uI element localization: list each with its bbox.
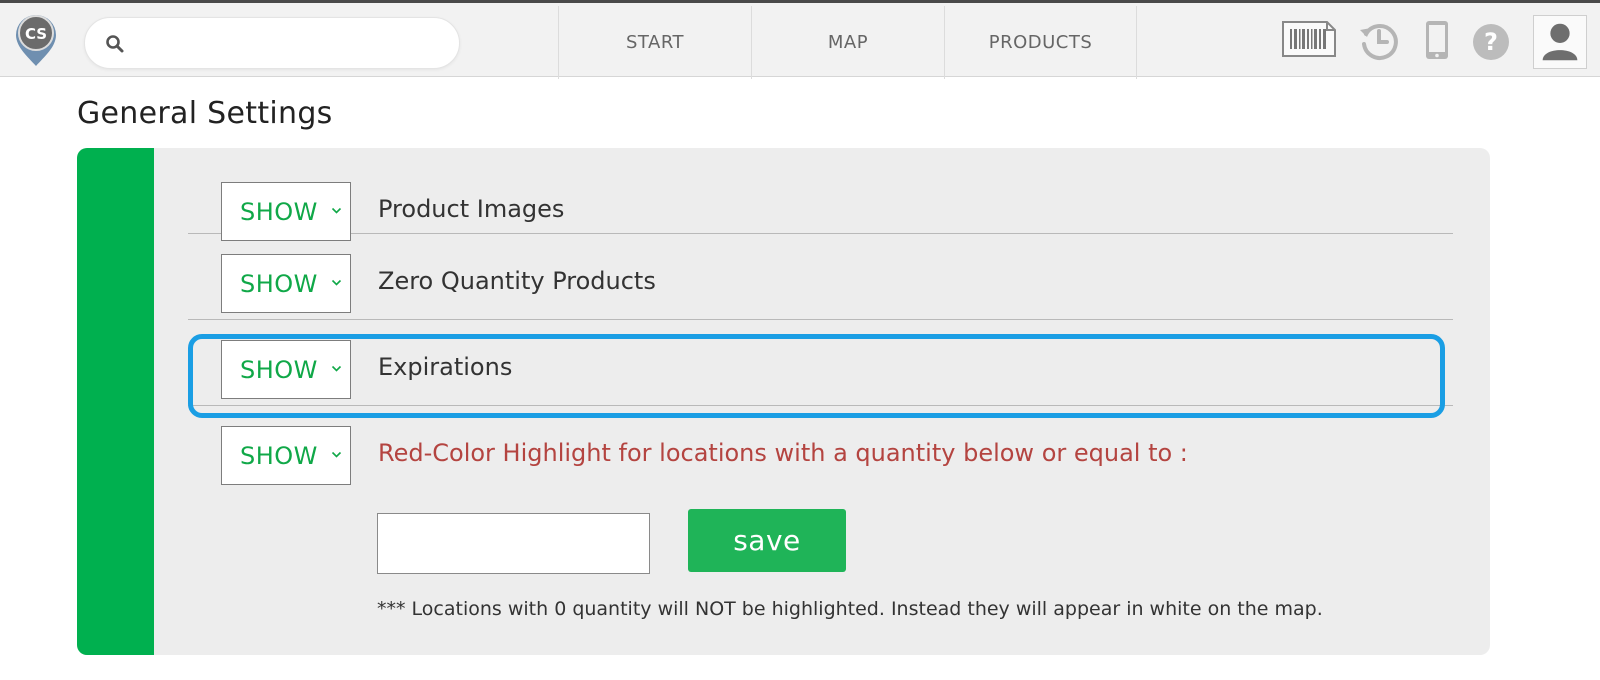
quantity-threshold-input[interactable]	[377, 513, 650, 574]
select-value: SHOW	[240, 441, 318, 470]
help-icon[interactable]: ?	[1472, 23, 1510, 61]
setting-label: Zero Quantity Products	[378, 267, 656, 295]
logo-text: CS	[25, 25, 47, 43]
chevron-down-icon	[331, 279, 342, 286]
expirations-select[interactable]: SHOW	[221, 340, 351, 399]
red-highlight-select[interactable]: SHOW	[221, 426, 351, 485]
zero-quantity-select[interactable]: SHOW	[221, 254, 351, 313]
search-icon	[106, 35, 124, 53]
chevron-down-icon	[331, 451, 342, 458]
save-button[interactable]: save	[688, 509, 846, 572]
barcode-icon[interactable]	[1280, 19, 1338, 59]
search-box[interactable]	[84, 17, 460, 69]
panel-accent-stripe	[77, 148, 154, 655]
nav-map[interactable]: MAP	[751, 6, 944, 79]
select-value: SHOW	[240, 269, 318, 298]
product-images-select[interactable]: SHOW	[221, 182, 351, 241]
settings-panel: SHOW Product Images SHOW Zero Quantity P…	[77, 148, 1490, 655]
page-title: General Settings	[77, 96, 333, 131]
setting-row-zero-quantity: SHOW Zero Quantity Products	[188, 234, 1453, 320]
svg-text:?: ?	[1484, 28, 1498, 56]
chevron-down-icon	[331, 365, 342, 372]
select-value: SHOW	[240, 197, 318, 226]
nav-start[interactable]: START	[558, 6, 751, 79]
setting-label-red-highlight: Red-Color Highlight for locations with a…	[378, 439, 1188, 467]
history-icon[interactable]	[1358, 20, 1400, 62]
setting-row-red-highlight: SHOW Red-Color Highlight for locations w…	[188, 406, 1453, 492]
setting-row-product-images: SHOW Product Images	[188, 148, 1453, 241]
select-value: SHOW	[240, 355, 318, 384]
search-input[interactable]	[135, 26, 445, 62]
highlight-note: *** Locations with 0 quantity will NOT b…	[377, 598, 1323, 620]
phone-icon[interactable]	[1424, 19, 1450, 61]
setting-row-expirations: SHOW Expirations	[188, 320, 1453, 406]
top-bar: CS START MAP PRODUCTS ?	[0, 0, 1600, 79]
nav-products[interactable]: PRODUCTS	[944, 6, 1137, 79]
setting-label: Expirations	[378, 353, 513, 381]
chevron-down-icon	[331, 207, 342, 214]
logo-icon[interactable]: CS	[14, 13, 58, 67]
main-nav: START MAP PRODUCTS	[558, 6, 1137, 79]
user-icon	[1542, 23, 1578, 61]
user-avatar[interactable]	[1533, 15, 1587, 69]
setting-label: Product Images	[378, 195, 565, 223]
